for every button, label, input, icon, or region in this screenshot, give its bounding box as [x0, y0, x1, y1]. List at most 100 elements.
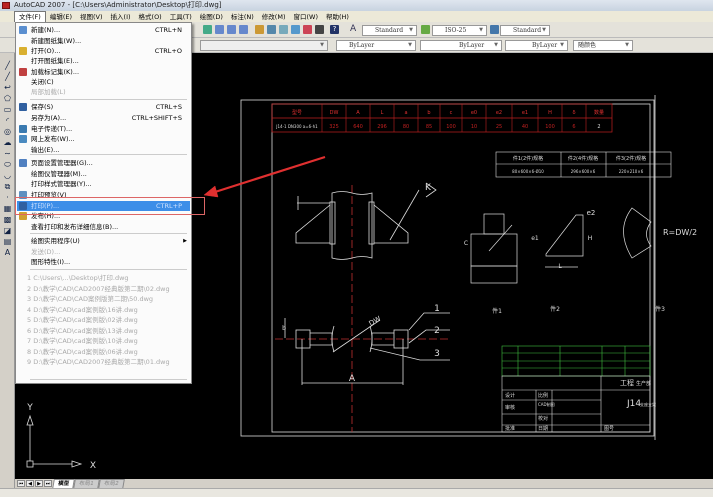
menu-bar: 文件(F) 编辑(E) 视图(V) 插入(I) 格式(O) 工具(T) 绘图(D…	[0, 10, 713, 23]
menu-item-save-as[interactable]: 另存为(A)... CTRL+SHIFT+S	[17, 113, 190, 123]
menu-item-close[interactable]: 关闭(C)	[17, 77, 190, 87]
tab-layout1[interactable]: 布局1	[73, 478, 100, 489]
markup-icon[interactable]	[303, 25, 312, 34]
recent-file-item[interactable]: 4 D:\教学\CAD\cad案例版\16讲.dwg	[17, 305, 190, 315]
menu-edit[interactable]: 编辑(E)	[46, 12, 76, 22]
last-tab-icon[interactable]: ⏭	[44, 480, 52, 487]
menu-item-save[interactable]: 保存(S) CTRL+S	[17, 102, 190, 112]
zoom-previous-icon[interactable]	[239, 25, 248, 34]
recent-file-label: 3 D:\教学\CAD\CAD案例版第二期\50.dwg	[27, 295, 154, 303]
tab-model[interactable]: 模型	[52, 478, 75, 489]
menu-item-view-plot-details[interactable]: 查看打印和发布详细信息(B)...	[17, 222, 190, 232]
ellipse-arc-icon[interactable]: ◡	[3, 171, 12, 180]
menu-tools[interactable]: 工具(T)	[166, 12, 196, 22]
circle-icon[interactable]: ◎	[3, 127, 12, 136]
plot-style-select[interactable]: 随颜色 ▼	[573, 40, 633, 51]
color-control-select[interactable]: ByLayer ▼	[336, 40, 416, 51]
table-style-value: Standard	[513, 27, 542, 34]
mtext-icon[interactable]: A	[3, 248, 12, 257]
menu-item-shortcut: CTRL+Q	[154, 384, 182, 392]
next-tab-icon[interactable]: ▶	[35, 480, 43, 487]
menu-item-label: 图形特性(I)...	[31, 258, 71, 266]
arc-icon[interactable]: ◜	[3, 116, 12, 125]
tool-palettes-icon[interactable]	[279, 25, 288, 34]
recent-file-item[interactable]: 9 D:\教学\CAD\CAD2007经典版第二期\01.dwg	[17, 357, 190, 367]
command-line[interactable]	[0, 488, 713, 497]
polyline-icon[interactable]: ↩	[3, 83, 12, 92]
tab-layout2[interactable]: 布局2	[97, 478, 124, 489]
construction-line-icon[interactable]: ╱	[3, 72, 12, 81]
sheet-set-icon[interactable]	[291, 25, 300, 34]
linetype-select[interactable]: ByLayer ▼	[420, 40, 502, 51]
menu-insert[interactable]: 插入(I)	[107, 12, 135, 22]
recent-file-item[interactable]: 6 D:\教学\CAD\cad案例版\13讲.dwg	[17, 326, 190, 336]
recent-file-item[interactable]: 8 D:\教学\CAD\cad案例版\06讲.dwg	[17, 347, 190, 357]
menu-item-label: 发布(H)...	[31, 212, 61, 220]
menu-item-open[interactable]: 打开(O)... CTRL+O	[17, 46, 190, 56]
recent-file-item[interactable]: 7 D:\教学\CAD\cad案例版\10讲.dwg	[17, 336, 190, 346]
region-icon[interactable]: ◪	[3, 226, 12, 235]
menu-item-exit[interactable]: 退出(X) CTRL+Q	[17, 383, 190, 393]
menu-item-drawing-properties[interactable]: 图形特性(I)...	[17, 257, 190, 267]
menu-view[interactable]: 视图(V)	[76, 12, 107, 22]
revision-cloud-icon[interactable]: ☁	[3, 138, 12, 147]
menu-item-plot[interactable]: 打印(P)... CTRL+P	[17, 201, 190, 211]
menu-file[interactable]: 文件(F)	[14, 10, 46, 23]
menu-item-open-sheet-set[interactable]: 打开图纸集(E)...	[17, 56, 190, 66]
recent-file-item[interactable]: 2 D:\教学\CAD\CAD2007经典版第二期\02.dwg	[17, 284, 190, 294]
zoom-realtime-icon[interactable]	[215, 25, 224, 34]
table-style-select[interactable]: Standard ▼	[500, 25, 550, 36]
menu-dimension[interactable]: 标注(N)	[227, 12, 258, 22]
layer-select[interactable]: ▼	[200, 40, 328, 51]
first-tab-icon[interactable]: ⏮	[17, 480, 25, 487]
help-icon[interactable]: ?	[330, 25, 339, 34]
calculator-icon[interactable]	[315, 25, 324, 34]
gradient-icon[interactable]: ▩	[3, 215, 12, 224]
text-style-icon: A	[350, 24, 357, 34]
menu-help[interactable]: 帮助(H)	[322, 12, 353, 22]
recent-file-item[interactable]: 5 D:\教学\CAD\cad案例版\02讲.dwg	[17, 315, 190, 325]
recent-file-item[interactable]: 3 D:\教学\CAD\CAD案例版第二期\50.dwg	[17, 294, 190, 304]
menu-item-send[interactable]: 发送(D)...	[17, 247, 190, 257]
menu-item-label: 加载标记集(K)...	[31, 68, 80, 76]
prev-tab-icon[interactable]: ◀	[26, 480, 34, 487]
menu-item-plotter-manager[interactable]: 绘图仪管理器(M)...	[17, 169, 190, 179]
point-icon[interactable]: ·	[3, 193, 12, 202]
menu-item-plot-style-manager[interactable]: 打印样式管理器(Y)...	[17, 179, 190, 189]
polygon-icon[interactable]: ⬠	[3, 94, 12, 103]
hatch-icon[interactable]: ▦	[3, 204, 12, 213]
menu-modify[interactable]: 修改(M)	[258, 12, 290, 22]
menu-item-new[interactable]: 新建(N)... CTRL+N	[17, 25, 190, 35]
menu-item-plot-preview[interactable]: 打印预览(V)	[17, 190, 190, 200]
dim-style-select[interactable]: ISO-25 ▼	[432, 25, 487, 36]
zoom-window-icon[interactable]	[227, 25, 236, 34]
menu-item-publish[interactable]: 发布(H)...	[17, 211, 190, 221]
menu-draw[interactable]: 绘图(D)	[196, 12, 227, 22]
menu-item-partial-load[interactable]: 局部加载(L)	[17, 87, 190, 97]
line-icon[interactable]: ╱	[3, 61, 12, 70]
properties-icon[interactable]	[255, 25, 264, 34]
menu-item-shortcut: CTRL+P	[155, 202, 182, 210]
rectangle-icon[interactable]: ▭	[3, 105, 12, 114]
table-style-icon	[490, 25, 499, 34]
table-icon[interactable]: ▤	[3, 237, 12, 246]
ellipse-icon[interactable]: ⬭	[3, 160, 12, 169]
lineweight-value: ByLayer	[532, 42, 558, 49]
menu-item-etransmit[interactable]: 电子传递(T)...	[17, 124, 190, 134]
chevron-down-icon: ▼	[625, 42, 629, 48]
menu-item-page-setup-manager[interactable]: 页面设置管理器(G)...	[17, 158, 190, 168]
menu-format[interactable]: 格式(O)	[135, 12, 166, 22]
spline-icon[interactable]: ∼	[3, 149, 12, 158]
menu-item-new-sheet-set[interactable]: 新建图纸集(W)...	[17, 36, 190, 46]
pan-icon[interactable]	[203, 25, 212, 34]
recent-file-item[interactable]: 1 C:\Users\...\Desktop\打印.dwg	[17, 273, 190, 283]
design-center-icon[interactable]	[267, 25, 276, 34]
menu-window[interactable]: 窗口(W)	[289, 12, 322, 22]
menu-item-drawing-utilities[interactable]: 绘图实用程序(U) ▶	[17, 236, 190, 246]
insert-block-icon[interactable]: ⧉	[3, 182, 12, 191]
lineweight-select[interactable]: ByLayer ▼	[505, 40, 568, 51]
menu-item-load-markup-set[interactable]: 加载标记集(K)...	[17, 67, 190, 77]
menu-item-label: 打开图纸集(E)...	[31, 57, 79, 65]
text-style-select[interactable]: Standard ▼	[362, 25, 417, 36]
menu-item-publish-web[interactable]: 网上发布(W)...	[17, 134, 190, 144]
